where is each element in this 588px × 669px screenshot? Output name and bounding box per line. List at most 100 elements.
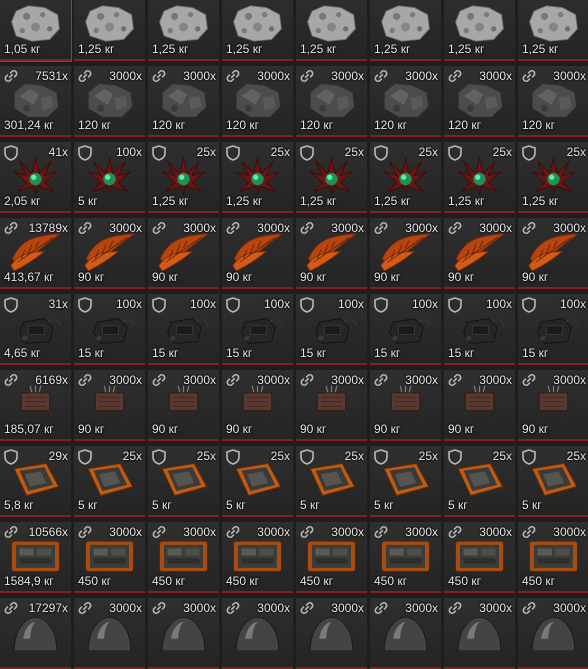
inventory-slot-ore-rock[interactable]: 1,25 кг [296, 0, 367, 61]
inventory-slot-orange-tablet[interactable]: 25x 5 кг [74, 446, 145, 517]
stack-quantity: 25x [492, 449, 512, 463]
inventory-slot-orange-panel[interactable]: 3000x 450 кг [296, 522, 367, 593]
orange-panel-image [302, 536, 361, 575]
inventory-slot-fern-leaf[interactable]: 3000x 90 кг [444, 218, 515, 289]
stack-quantity: 100x [337, 297, 364, 311]
inventory-slot-dark-device[interactable]: 100x 15 кг [296, 294, 367, 365]
stack-weight: 1,25 кг [374, 194, 411, 208]
inventory-slot-orange-panel[interactable]: 10566x 1584,9 кг [0, 522, 71, 593]
inventory-slot-crystal-plant[interactable]: 25x 1,25 кг [518, 142, 588, 213]
inventory-slot-metal-dome[interactable]: 3000x [370, 598, 441, 669]
inventory-slot-orange-panel[interactable]: 3000x 450 кг [518, 522, 588, 593]
inventory-slot-orange-tablet[interactable]: 29x 5,8 кг [0, 446, 71, 517]
stack-quantity: 25x [196, 145, 216, 159]
inventory-slot-ore-rock[interactable]: 1,25 кг [74, 0, 145, 61]
inventory-slot-crystal-plant[interactable]: 100x 5 кг [74, 142, 145, 213]
stack-quantity: 3000x [257, 601, 290, 615]
stack-quantity: 3000x [405, 373, 438, 387]
inventory-slot-metal-dome[interactable]: 17297x [0, 598, 71, 669]
stack-quantity: 3000x [405, 601, 438, 615]
inventory-slot-scrap-rock[interactable]: 3000x 120 кг [518, 66, 588, 137]
inventory-slot-fern-leaf[interactable]: 3000x 90 кг [518, 218, 588, 289]
inventory-slot-orange-tablet[interactable]: 25x 5 кг [370, 446, 441, 517]
inventory-slot-crystal-plant[interactable]: 25x 1,25 кг [296, 142, 367, 213]
inventory-slot-wire-module[interactable]: 3000x 90 кг [222, 370, 293, 441]
inventory-slot-fern-leaf[interactable]: 3000x 90 кг [74, 218, 145, 289]
inventory-slot-crystal-plant[interactable]: 25x 1,25 кг [444, 142, 515, 213]
inventory-slot-ore-rock[interactable]: 1,25 кг [518, 0, 588, 61]
inventory-slot-dark-device[interactable]: 100x 15 кг [444, 294, 515, 365]
inventory-slot-dark-device[interactable]: 100x 15 кг [74, 294, 145, 365]
inventory-slot-dark-device[interactable]: 100x 15 кг [148, 294, 219, 365]
stack-weight: 5 кг [152, 498, 172, 512]
inventory-slot-scrap-rock[interactable]: 3000x 120 кг [148, 66, 219, 137]
inventory-slot-fern-leaf[interactable]: 3000x 90 кг [370, 218, 441, 289]
inventory-slot-metal-dome[interactable]: 3000x [296, 598, 367, 669]
scrap-rock-image [450, 80, 509, 119]
stack-quantity: 3000x [183, 601, 216, 615]
inventory-slot-crystal-plant[interactable]: 25x 1,25 кг [370, 142, 441, 213]
inventory-slot-wire-module[interactable]: 3000x 90 кг [518, 370, 588, 441]
stack-weight: 15 кг [522, 346, 549, 360]
inventory-slot-ore-rock[interactable]: 1,25 кг [148, 0, 219, 61]
inventory-slot-orange-tablet[interactable]: 25x 5 кг [444, 446, 515, 517]
orange-panel-image [80, 536, 139, 575]
inventory-slot-scrap-rock[interactable]: 3000x 120 кг [370, 66, 441, 137]
metal-dome-image [302, 612, 361, 651]
stack-weight: 90 кг [226, 422, 253, 436]
inventory-slot-ore-rock[interactable]: 1,25 кг [444, 0, 515, 61]
inventory-slot-wire-module[interactable]: 3000x 90 кг [74, 370, 145, 441]
stack-weight: 1,25 кг [152, 194, 189, 208]
inventory-slot-ore-rock[interactable]: 1,05 кг [0, 0, 72, 62]
dark-device-image [80, 308, 139, 347]
inventory-slot-metal-dome[interactable]: 3000x [444, 598, 515, 669]
stack-quantity: 3000x [405, 525, 438, 539]
inventory-slot-crystal-plant[interactable]: 25x 1,25 кг [148, 142, 219, 213]
inventory-slot-orange-panel[interactable]: 3000x 450 кг [74, 522, 145, 593]
inventory-slot-metal-dome[interactable]: 3000x [518, 598, 588, 669]
inventory-slot-scrap-rock[interactable]: 3000x 120 кг [296, 66, 367, 137]
stack-weight: 450 кг [300, 574, 333, 588]
stack-quantity: 25x [344, 449, 364, 463]
inventory-slot-orange-panel[interactable]: 3000x 450 кг [444, 522, 515, 593]
inventory-slot-scrap-rock[interactable]: 3000x 120 кг [74, 66, 145, 137]
inventory-slot-scrap-rock[interactable]: 3000x 120 кг [222, 66, 293, 137]
inventory-slot-wire-module[interactable]: 3000x 90 кг [296, 370, 367, 441]
inventory-slot-wire-module[interactable]: 3000x 90 кг [148, 370, 219, 441]
inventory-slot-orange-panel[interactable]: 3000x 450 кг [370, 522, 441, 593]
inventory-slot-metal-dome[interactable]: 3000x [148, 598, 219, 669]
stack-quantity: 3000x [553, 221, 586, 235]
inventory-slot-wire-module[interactable]: 3000x 90 кг [370, 370, 441, 441]
inventory-slot-fern-leaf[interactable]: 13789x 413,67 кг [0, 218, 71, 289]
inventory-slot-dark-device[interactable]: 100x 15 кг [518, 294, 588, 365]
inventory-slot-dark-device[interactable]: 31x 4,65 кг [0, 294, 71, 365]
inventory-slot-orange-tablet[interactable]: 25x 5 кг [222, 446, 293, 517]
inventory-slot-ore-rock[interactable]: 1,25 кг [222, 0, 293, 61]
inventory-slot-scrap-rock[interactable]: 3000x 120 кг [444, 66, 515, 137]
inventory-slot-fern-leaf[interactable]: 3000x 90 кг [222, 218, 293, 289]
stack-quantity: 25x [270, 145, 290, 159]
inventory-slot-dark-device[interactable]: 100x 15 кг [222, 294, 293, 365]
wire-module-image [80, 384, 139, 423]
inventory-slot-orange-tablet[interactable]: 25x 5 кг [518, 446, 588, 517]
inventory-slot-metal-dome[interactable]: 3000x [74, 598, 145, 669]
inventory-slot-wire-module[interactable]: 6169x 185,07 кг [0, 370, 71, 441]
stack-weight: 15 кг [448, 346, 475, 360]
inventory-slot-fern-leaf[interactable]: 3000x 90 кг [148, 218, 219, 289]
stack-quantity: 25x [418, 145, 438, 159]
inventory-slot-crystal-plant[interactable]: 25x 1,25 кг [222, 142, 293, 213]
inventory-slot-ore-rock[interactable]: 1,25 кг [370, 0, 441, 61]
inventory-slot-wire-module[interactable]: 3000x 90 кг [444, 370, 515, 441]
orange-tablet-image [6, 460, 65, 499]
stack-quantity: 3000x [331, 525, 364, 539]
inventory-slot-orange-tablet[interactable]: 25x 5 кг [296, 446, 367, 517]
stack-quantity: 31x [48, 297, 68, 311]
inventory-slot-crystal-plant[interactable]: 41x 2,05 кг [0, 142, 71, 213]
inventory-slot-orange-panel[interactable]: 3000x 450 кг [222, 522, 293, 593]
inventory-slot-orange-tablet[interactable]: 25x 5 кг [148, 446, 219, 517]
inventory-slot-scrap-rock[interactable]: 7531x 301,24 кг [0, 66, 71, 137]
inventory-slot-dark-device[interactable]: 100x 15 кг [370, 294, 441, 365]
inventory-slot-orange-panel[interactable]: 3000x 450 кг [148, 522, 219, 593]
inventory-slot-fern-leaf[interactable]: 3000x 90 кг [296, 218, 367, 289]
inventory-slot-metal-dome[interactable]: 3000x [222, 598, 293, 669]
